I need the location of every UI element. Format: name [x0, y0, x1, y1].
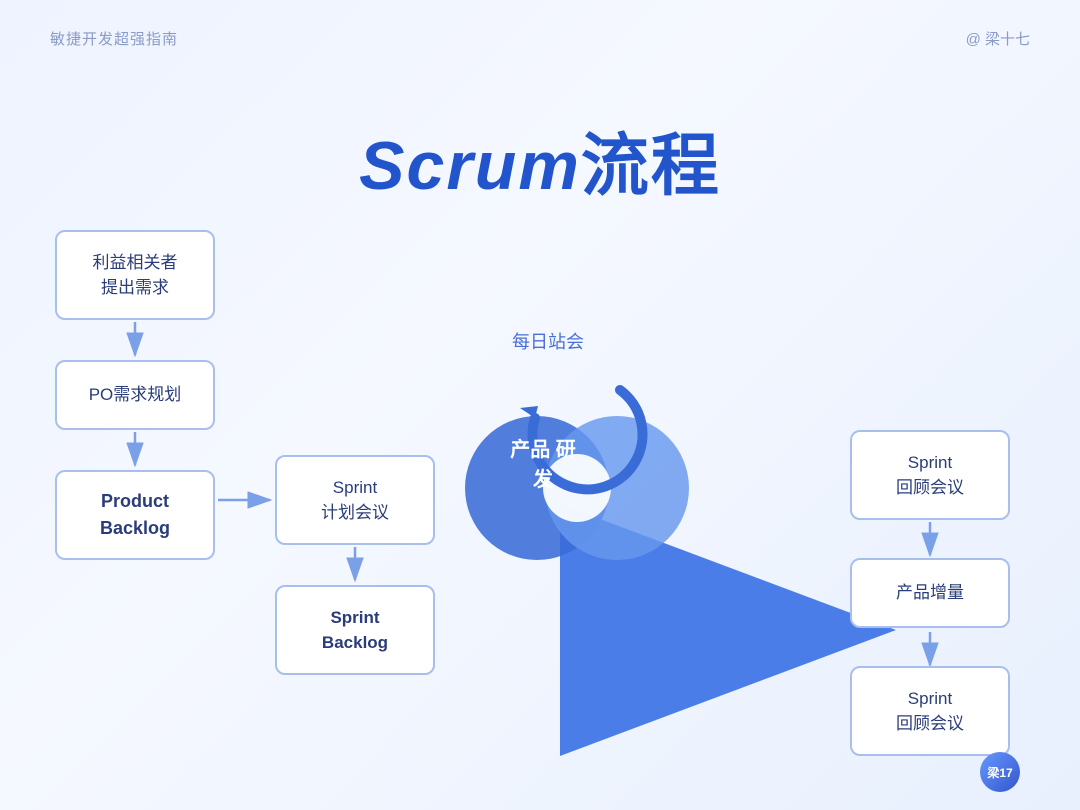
stakeholder-box: 利益相关者提出需求 [55, 230, 215, 320]
sprint-review-bottom-box: Sprint回顾会议 [850, 666, 1010, 756]
header-right-text: @ 梁十七 [966, 28, 1030, 49]
header-left-text: 敏捷开发超强指南 [50, 28, 178, 49]
sprint-review-top-box: Sprint回顾会议 [850, 430, 1010, 520]
sprint-backlog-box: SprintBacklog [275, 585, 435, 675]
watermark: 梁17 [980, 752, 1020, 792]
sprint-plan-box: Sprint计划会议 [275, 455, 435, 545]
daily-standup-label: 每日站会 [512, 328, 584, 354]
page-title: Scrum流程 [359, 110, 721, 209]
loop-center-text: 产品 研发 [508, 435, 578, 495]
po-planning-box: PO需求规划 [55, 360, 215, 430]
product-backlog-box: ProductBacklog [55, 470, 215, 560]
watermark-avatar: 梁17 [980, 752, 1020, 792]
product-increment-box: 产品增量 [850, 558, 1010, 628]
